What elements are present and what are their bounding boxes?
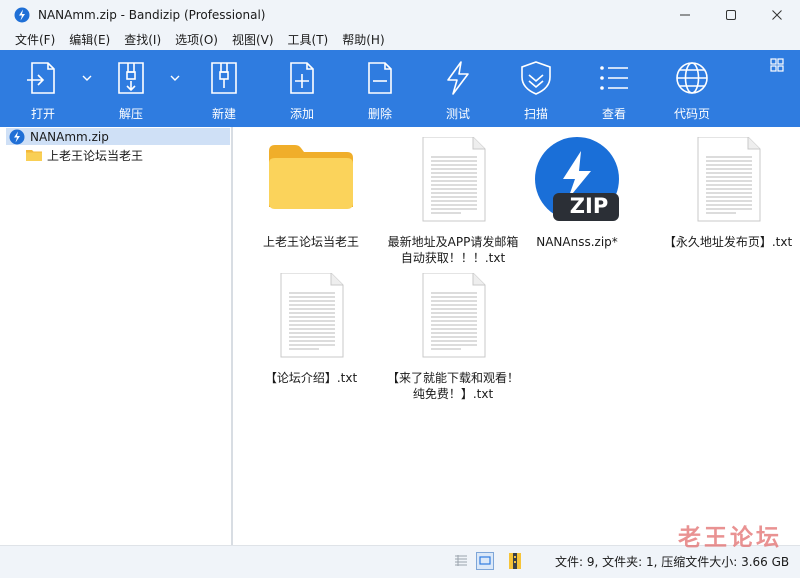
- close-button[interactable]: [754, 0, 800, 30]
- add-file-icon: [290, 62, 314, 94]
- view-button[interactable]: 查看: [586, 50, 642, 127]
- text-file-icon: [280, 273, 344, 358]
- menu-bar: 文件(F) 编辑(E) 查找(I) 选项(O) 视图(V) 工具(T) 帮助(H…: [0, 30, 800, 50]
- test-button[interactable]: 测试: [430, 50, 486, 127]
- new-archive-icon: [211, 62, 237, 94]
- new-label: 新建: [211, 107, 236, 121]
- extract-button[interactable]: 解压: [103, 50, 159, 127]
- file-name: 上老王论坛当老王: [262, 235, 359, 249]
- lightning-icon: [447, 61, 469, 95]
- delete-file-icon: [368, 62, 392, 94]
- open-button[interactable]: 打开: [15, 50, 71, 127]
- file-item-folder[interactable]: 上老王论坛当老王: [236, 137, 386, 262]
- maximize-button[interactable]: [708, 0, 754, 30]
- codepage-label: 代码页: [673, 107, 710, 121]
- window-title: NANAmm.zip - Bandizip (Professional): [38, 8, 266, 22]
- folder-tree: NANAmm.zip 上老王论坛当老王: [0, 127, 233, 545]
- archive-info-icon[interactable]: [506, 552, 524, 570]
- bandizip-app-icon: [14, 7, 30, 23]
- delete-label: 删除: [367, 107, 392, 121]
- zip-archive-icon: [9, 129, 25, 144]
- toolbar: 打开 解压 新建 添加 删除 测试 扫描 查看 代码页: [0, 50, 800, 127]
- new-button[interactable]: 新建: [196, 50, 252, 127]
- file-name: 【永久地址发布页】.txt: [663, 235, 793, 249]
- close-icon: [772, 10, 782, 20]
- maximize-icon: [726, 10, 736, 20]
- text-file-icon: [422, 273, 486, 358]
- title-bar: NANAmm.zip - Bandizip (Professional): [0, 0, 800, 30]
- add-button[interactable]: 添加: [274, 50, 330, 127]
- codepage-button[interactable]: 代码页: [664, 50, 720, 127]
- status-text: 文件: 9, 文件夹: 1, 压缩文件大小: 3.66 GB: [555, 555, 790, 569]
- icon-view-icon[interactable]: [476, 552, 494, 570]
- tree-root-item[interactable]: NANAmm.zip: [6, 128, 230, 145]
- tree-folder-item[interactable]: 上老王论坛当老王: [26, 147, 143, 163]
- menu-options[interactable]: 选项(O): [168, 31, 225, 49]
- open-icon: [27, 62, 55, 94]
- tree-folder-label: 上老王论坛当老王: [47, 148, 144, 163]
- file-list: 上老王论坛当老王 最新地址及APP请发邮箱 自动获取！！！.txt ZIP NA…: [236, 127, 800, 545]
- details-view-icon[interactable]: [452, 552, 470, 570]
- open-dropdown-icon[interactable]: [81, 72, 93, 84]
- extract-dropdown-icon[interactable]: [169, 72, 181, 84]
- minimize-button[interactable]: [662, 0, 708, 30]
- file-name: 【来了就能下载和观看！ 纯免费！】.txt: [386, 371, 519, 401]
- folder-icon: [26, 150, 42, 161]
- add-label: 添加: [289, 107, 314, 121]
- file-name: NANAnss.zip*: [536, 235, 618, 249]
- tree-root-label: NANAmm.zip: [30, 129, 109, 144]
- scan-label: 扫描: [523, 107, 548, 121]
- scan-button[interactable]: 扫描: [508, 50, 564, 127]
- list-view-icon: [600, 66, 628, 90]
- delete-button[interactable]: 删除: [352, 50, 408, 127]
- extract-zip-icon: [118, 62, 144, 94]
- menu-help[interactable]: 帮助(H): [335, 31, 391, 49]
- extract-label: 解压: [118, 107, 143, 121]
- menu-file[interactable]: 文件(F): [8, 31, 62, 49]
- minimize-icon: [680, 14, 690, 16]
- menu-view[interactable]: 视图(V): [225, 31, 281, 49]
- file-item-txt[interactable]: 【论坛介绍】.txt: [236, 273, 386, 398]
- menu-find[interactable]: 查找(I): [117, 31, 168, 49]
- text-file-icon: [697, 137, 761, 222]
- file-item-txt[interactable]: 【来了就能下载和观看！ 纯免费！】.txt: [378, 273, 528, 401]
- test-label: 测试: [445, 107, 470, 121]
- text-file-icon: [422, 137, 486, 222]
- folder-icon: [269, 145, 353, 209]
- file-item-txt[interactable]: 【永久地址发布页】.txt: [653, 137, 800, 262]
- zip-badge-text: ZIP: [569, 194, 609, 218]
- menu-tools[interactable]: 工具(T): [281, 31, 336, 49]
- file-name: 【论坛介绍】.txt: [264, 371, 358, 385]
- watermark-text: 老王论坛: [678, 525, 782, 551]
- view-label: 查看: [601, 107, 626, 121]
- menu-edit[interactable]: 编辑(E): [62, 31, 117, 49]
- open-label: 打开: [30, 107, 55, 121]
- file-item-zip[interactable]: ZIP NANAnss.zip*: [502, 137, 652, 262]
- shield-icon: [521, 61, 551, 95]
- globe-icon: [676, 62, 708, 94]
- layout-toggle-icon[interactable]: [770, 58, 784, 72]
